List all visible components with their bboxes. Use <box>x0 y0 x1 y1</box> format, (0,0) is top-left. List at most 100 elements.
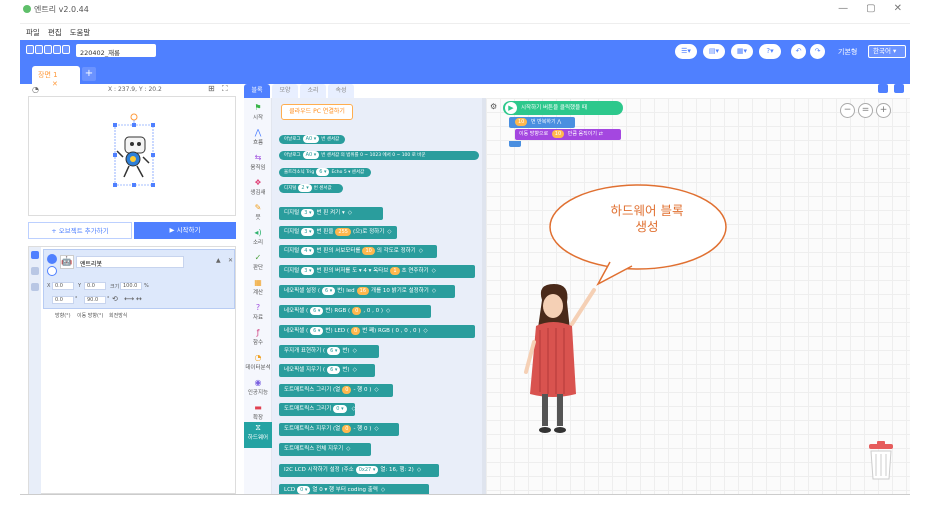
x-field[interactable]: 0.0 <box>52 282 74 290</box>
direction-field[interactable]: 90.0 <box>84 296 106 304</box>
category-sound[interactable]: ◂) 소리 <box>244 227 272 251</box>
repeat-count[interactable]: 10 <box>515 118 528 126</box>
move-count[interactable]: 10 <box>551 130 565 138</box>
add-scene-button[interactable]: + <box>82 67 96 81</box>
category-hardware[interactable]: ⧖ 하드웨어 <box>244 422 272 448</box>
pin-dropdown[interactable]: 4 ▾ <box>301 247 315 255</box>
category-judge[interactable]: ✓ 판단 <box>244 252 272 276</box>
category-data-analysis[interactable]: ◔ 데이터분석 <box>244 352 272 376</box>
pin-dropdown[interactable]: 6 ▾ <box>322 287 336 295</box>
visibility-icon[interactable] <box>47 254 57 264</box>
sensor-value-block[interactable]: 아날로그 A0 ▾ 번 센서값 <box>279 135 345 144</box>
sensor-value-block[interactable]: 울트라소닉 Trig 6 ▾ Echo 5 ▾ 센서값 <box>279 168 371 177</box>
port-dropdown[interactable]: A0 ▾ <box>302 135 320 143</box>
maximize-icon[interactable]: ▢ <box>866 3 875 14</box>
pin-dropdown[interactable]: 3 ▾ <box>301 267 315 275</box>
category-flow[interactable]: ⋀ 흐름 <box>244 127 272 151</box>
minimize-icon[interactable]: — <box>838 3 848 14</box>
menu-file[interactable]: 파일 <box>26 27 40 37</box>
no-rotate-icon[interactable]: ↔ <box>136 295 142 303</box>
entrybot-sprite[interactable] <box>29 97 237 217</box>
object-card[interactable]: 🤖 엔트리봇 ▲ ✕ X 0.0 Y 0.0 크기 100.0 % 0.0 ° … <box>43 249 235 309</box>
stage-canvas[interactable] <box>28 96 236 216</box>
size-field[interactable]: 100.0 <box>120 282 142 290</box>
object-name-input[interactable]: 엔트리봇 <box>76 256 184 268</box>
object-tab-icon[interactable] <box>31 267 39 275</box>
value-input[interactable]: 0 <box>352 307 362 315</box>
blocks-menu-button[interactable]: ☰▾ <box>675 44 697 59</box>
add-object-button[interactable]: + 오브젝트 추가하기 <box>28 222 132 239</box>
python-view-icon[interactable] <box>894 84 904 93</box>
grid-icon[interactable]: ⊞ <box>208 84 215 93</box>
sensor-value-block[interactable]: 아날로그 A0 ▾ 번 센서값 의 범위를 0 ~ 1023 에서 0 ~ 100 … <box>279 151 479 160</box>
category-motion[interactable]: ⇆ 움직임 <box>244 152 272 176</box>
code-view-icon[interactable] <box>878 84 888 93</box>
tab-sounds[interactable]: 소리 <box>300 84 326 98</box>
value-input[interactable]: 0 <box>351 327 361 335</box>
category-start[interactable]: ⚑ 시작 <box>244 102 272 126</box>
undo-icon[interactable]: ↶ <box>791 44 806 59</box>
object-tab-icon[interactable] <box>31 251 39 259</box>
hardware-command-block[interactable]: 디지털 3 ▾ 번 핀의 버저를 도 ▾ 4 ▾ 옥타브 1 초 연주하기 ◇ <box>279 265 475 278</box>
value-input[interactable]: 255 <box>335 228 351 236</box>
language-select[interactable]: 한국어 ▾ <box>868 45 906 58</box>
entry-logo-block-icon[interactable] <box>35 45 43 54</box>
close-icon[interactable]: ✕ <box>894 3 902 14</box>
tab-shapes[interactable]: 모양 <box>272 84 298 98</box>
flip-mode-icon[interactable]: ⟷ <box>124 295 134 303</box>
rotate-mode-icon[interactable]: ⟲ <box>112 295 118 303</box>
tab-scene-1[interactable]: 장면 1 ✕ <box>32 66 80 88</box>
project-name-input[interactable]: 220402_재롱 <box>76 44 156 57</box>
hardware-command-block[interactable]: 도트매트릭스 그리기 0 ▾ ◇ <box>279 403 355 416</box>
category-calc[interactable]: ▦ 계산 <box>244 277 272 301</box>
tab-properties[interactable]: 속성 <box>328 84 354 98</box>
cloud-pc-connect-button[interactable]: 클라우드 PC 연결하기 <box>281 104 353 120</box>
hardware-command-block[interactable]: 네오픽셀 지우기 (6 ▾ 번) ◇ <box>279 364 375 377</box>
port-dropdown[interactable]: A0 ▾ <box>302 151 320 159</box>
entry-logo-block-icon[interactable] <box>62 45 70 54</box>
repeat-block[interactable]: 10 번 반복하기 ⋀ <box>509 117 575 128</box>
menu-help[interactable]: 도움말 <box>70 27 91 37</box>
start-block[interactable]: ▶ 시작하기 버튼을 클릭했을 때 <box>503 101 623 115</box>
tab-blocks[interactable]: 블록 <box>244 84 270 98</box>
redo-icon[interactable]: ↷ <box>810 44 825 59</box>
hardware-command-block[interactable]: 디지털 3 ▾ 번 핀 켜기 ▾ ◇ <box>279 207 383 220</box>
mode-selector[interactable]: 기본형 <box>838 47 857 57</box>
value-input[interactable]: 0 <box>342 425 352 433</box>
speed-icon[interactable]: ◔ <box>32 85 39 94</box>
pin-dropdown[interactable]: 0 ▾ <box>297 486 311 494</box>
print-menu-button[interactable]: ▦▾ <box>731 44 753 59</box>
pin-dropdown[interactable]: 6 ▾ <box>310 327 324 335</box>
delete-object-icon[interactable]: ✕ <box>228 257 233 264</box>
fullscreen-icon[interactable]: ⛶ <box>222 84 228 94</box>
hardware-command-block[interactable]: 네오픽셀 설정 (6 ▾ 번) led 16 개를 10 밝기로 설정하기 ◇ <box>279 285 455 298</box>
hardware-command-block[interactable]: 무지개 표현하기 (6 ▾ 번) ◇ <box>279 345 379 358</box>
hardware-command-block[interactable]: 네오픽셀 (6 ▾ 번) RGB (0, 0 , 0 ) ◇ <box>279 305 431 318</box>
hardware-command-block[interactable]: 도트매트릭스 전체 지우기 ◇ <box>279 443 371 456</box>
menu-edit[interactable]: 편집 <box>48 27 62 37</box>
hardware-command-block[interactable]: LCD 0 ▾ 열 0 ▾ 행 부터 coding 출력 ◇ <box>279 484 429 494</box>
save-menu-button[interactable]: ▤▾ <box>703 44 725 59</box>
move-block[interactable]: 이동 방향으로 10 만큼 움직이기 ⇄ <box>515 129 621 140</box>
zoom-in-icon[interactable]: + <box>876 103 891 118</box>
category-looks[interactable]: ❖ 생김새 <box>244 177 272 201</box>
hardware-command-block[interactable]: 디지털 3 ▾ 번 핀을 255 (으)로 정하기 ◇ <box>279 226 397 239</box>
value-input[interactable]: 16 <box>356 287 370 295</box>
hardware-command-block[interactable]: 네오픽셀 (6 ▾ 번) LED (0 번 째) RGB ( 0 , 0 , 0 )… <box>279 325 475 338</box>
entry-logo-block-icon[interactable] <box>44 45 52 54</box>
entry-home-icon[interactable] <box>26 45 34 54</box>
y-field[interactable]: 0.0 <box>84 282 106 290</box>
value-input[interactable]: 1 <box>390 267 400 275</box>
pin-dropdown[interactable]: 6 ▾ <box>327 347 341 355</box>
zoom-reset-icon[interactable]: = <box>858 103 873 118</box>
run-button[interactable]: ▶ 시작하기 <box>134 222 236 239</box>
pin-dropdown[interactable]: 0 ▾ <box>333 405 347 413</box>
help-menu-button[interactable]: ?▾ <box>759 44 781 59</box>
object-tab-icon[interactable] <box>31 283 39 291</box>
value-input[interactable]: 0 <box>342 386 352 394</box>
value-input[interactable]: 10 <box>362 247 375 255</box>
pin-dropdown[interactable]: 6 ▾ <box>327 366 341 374</box>
entry-logo-block-icon[interactable] <box>53 45 61 54</box>
pin-dropdown[interactable]: 3 ▾ <box>301 228 315 236</box>
zoom-out-icon[interactable]: − <box>840 103 855 118</box>
